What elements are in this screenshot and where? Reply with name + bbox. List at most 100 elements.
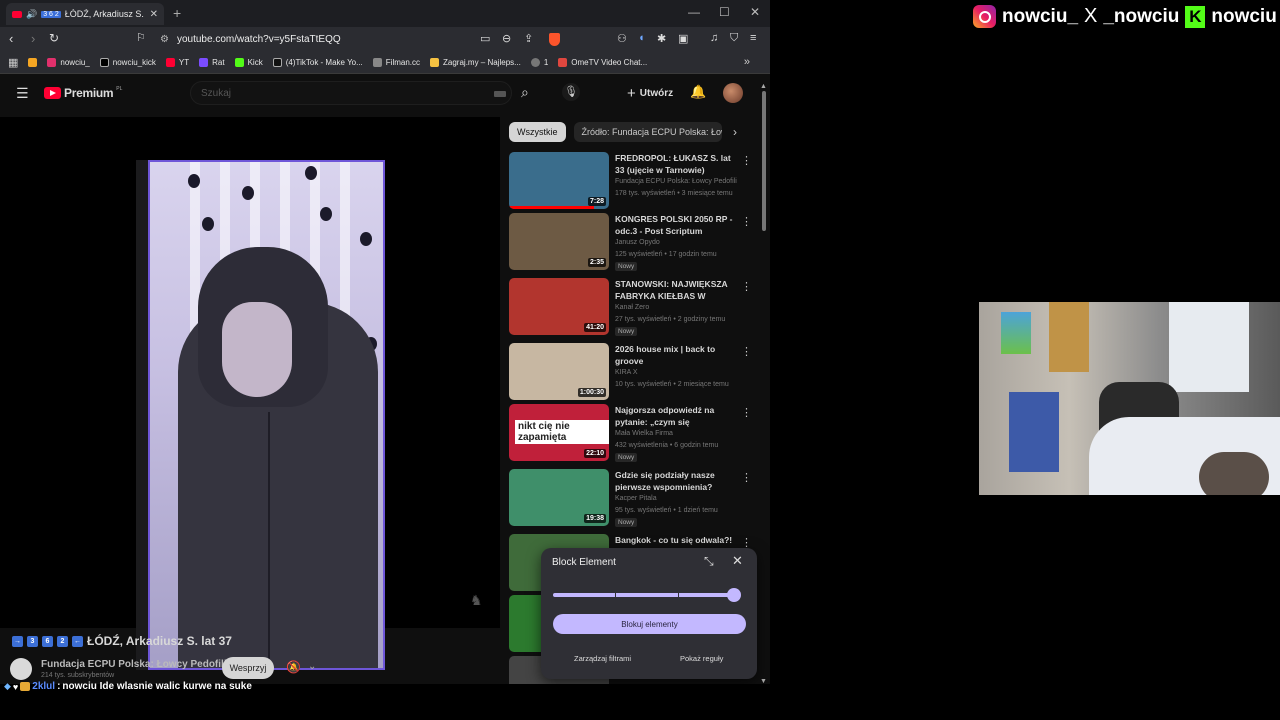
slider-handle[interactable] [727, 588, 741, 602]
scroll-thumb[interactable] [762, 91, 766, 231]
apps-grid-icon[interactable]: ▦ [8, 56, 18, 69]
reload-icon[interactable]: ↻ [49, 31, 59, 45]
menu-icon[interactable]: ≡ [750, 32, 756, 44]
bookmark-item[interactable]: Zagraj.my – Najleps... [430, 58, 521, 67]
video-thumbnail[interactable]: 41:20 [509, 278, 609, 335]
youtube-logo[interactable]: Premium PL [44, 86, 122, 100]
recommendation-title[interactable]: Bangkok - co tu się odwala?! [615, 534, 733, 546]
recommendation-channel[interactable]: Kacper Pitala [615, 495, 657, 502]
bookmark-item[interactable] [28, 58, 38, 67]
bookmark-item[interactable]: Rat [199, 58, 225, 67]
scroll-up-icon[interactable]: ▲ [760, 83, 767, 90]
channel-name[interactable]: Fundacja ECPU Polska: Łowcy Pedofili [41, 659, 227, 670]
vpn-icon[interactable]: ⚇ [617, 32, 627, 45]
zoom-icon[interactable]: ⊖ [502, 32, 511, 45]
recommendation-title[interactable]: FREDROPOL: ŁUKASZ S. lat 33 (ujęcie w Ta… [615, 152, 733, 176]
recommendation-item[interactable]: 1:00:30 2026 house mix | back to groove KI… [509, 343, 759, 401]
bookmark-item[interactable]: YT [165, 58, 189, 67]
bookmark-item[interactable]: 1 [530, 58, 548, 67]
bookmark-item[interactable]: (4)TikTok - Make Yo... [272, 58, 363, 67]
media-icon[interactable]: ♫ [710, 32, 718, 44]
search-box[interactable] [190, 81, 512, 105]
account-avatar[interactable] [723, 83, 743, 103]
chevron-right-icon[interactable]: › [733, 125, 737, 139]
video-thumbnail[interactable]: 7:28 [509, 152, 609, 209]
support-button[interactable]: Wesprzyj [222, 657, 274, 679]
maximize-icon[interactable]: ☐ [719, 5, 730, 19]
extensions-icon[interactable]: ✱ [657, 32, 666, 45]
share-icon[interactable]: ⇪ [524, 32, 533, 45]
recommendation-item[interactable]: 2:35 KONGRES POLSKI 2050 RP - odc.3 - Pos… [509, 213, 759, 271]
video-thumbnail[interactable]: 2:35 [509, 213, 609, 270]
close-icon[interactable]: ✕ [732, 553, 743, 569]
recommendation-title[interactable]: Gdzie się podziały nasze pierwsze wspomn… [615, 469, 733, 493]
minimize-icon[interactable]: — [688, 5, 700, 19]
recommendation-channel[interactable]: KIRA X [615, 369, 638, 376]
more-options-icon[interactable]: ⋮ [741, 280, 752, 293]
search-icon[interactable]: ⌕ [521, 84, 529, 101]
video-thumbnail[interactable]: 19:38 [509, 469, 609, 526]
sidebar-icon[interactable]: ▣ [678, 32, 688, 45]
video-thumbnail[interactable]: 1:00:30 [509, 343, 609, 400]
chevron-down-icon[interactable]: ⌄ [308, 661, 316, 672]
chip-all[interactable]: Wszystkie [509, 122, 566, 142]
more-options-icon[interactable]: ⋮ [741, 215, 752, 228]
recommendation-item[interactable]: 19:38 Gdzie się podziały nasze pierwsze w… [509, 469, 759, 527]
bookmark-icon[interactable]: ⚐ [136, 31, 146, 44]
recommendation-channel[interactable]: Janusz Opydo [615, 239, 660, 246]
scroll-down-icon[interactable]: ▼ [760, 678, 767, 684]
audio-icon[interactable]: ◖ [638, 32, 645, 44]
video-frame-selection[interactable] [148, 160, 385, 670]
tab-close-icon[interactable]: ✕ [150, 9, 158, 20]
microphone-icon[interactable]: 🎙 [562, 83, 580, 101]
recommendation-item[interactable]: 41:20 STANOWSKI: NAJWIĘKSZA FABRYKA KIEŁB… [509, 278, 759, 336]
close-window-icon[interactable]: ✕ [750, 5, 760, 19]
manage-filters-button[interactable]: Zarządzaj filtrami [574, 654, 631, 663]
speaker-icon[interactable]: 🔊 [26, 9, 37, 20]
recommendation-item[interactable]: nikt cię nie zapamięta 22:10 Najgorsza odp… [509, 404, 759, 462]
minimize-panel-icon[interactable]: ⤡ [704, 554, 714, 569]
bookmark-item[interactable]: Filman.cc [372, 58, 420, 67]
recommendation-title[interactable]: KONGRES POLSKI 2050 RP - odc.3 - Post Sc… [615, 213, 733, 237]
shield-icon[interactable]: ⛉ [730, 32, 738, 45]
subscription-bell-icon[interactable]: 🔕 [286, 660, 301, 674]
scrollbar[interactable]: ▲ ▼ [760, 83, 768, 684]
block-elements-button[interactable]: Blokuj elementy [553, 614, 746, 634]
back-icon[interactable]: ‹ [9, 31, 13, 46]
cast-icon[interactable]: ▭ [480, 32, 490, 45]
bookmark-item[interactable]: nowciu_kick [99, 58, 156, 67]
hamburger-menu-icon[interactable]: ☰ [16, 85, 29, 102]
recommendation-item[interactable]: 7:28 FREDROPOL: ŁUKASZ S. lat 33 (ujęcie … [509, 152, 759, 210]
channel-avatar[interactable] [10, 658, 32, 680]
more-options-icon[interactable]: ⋮ [741, 345, 752, 358]
bookmark-item[interactable]: OmeTV Video Chat... [558, 58, 647, 67]
search-input[interactable] [201, 87, 481, 99]
bookmark-item[interactable]: nowciu_ [47, 58, 90, 67]
chip-source[interactable]: Źródło: Fundacja ECPU Polska: Łowcy [573, 122, 722, 142]
forward-icon[interactable]: › [31, 31, 35, 46]
video-player[interactable]: ♞ [0, 117, 500, 670]
recommendation-title[interactable]: STANOWSKI: NAJWIĘKSZA FABRYKA KIEŁBAS W … [615, 278, 733, 302]
recommendation-title[interactable]: 2026 house mix | back to groove [615, 343, 733, 367]
recommendation-title[interactable]: Najgorsza odpowiedź na pytanie: „czym si… [615, 404, 733, 428]
more-options-icon[interactable]: ⋮ [741, 471, 752, 484]
recommendation-channel[interactable]: Kanał Zero [615, 304, 649, 311]
browser-tab[interactable]: 🔊 3 6 2 ŁÓDŹ, Arkadiusz S. lat 37 ✕ [6, 3, 164, 25]
keyboard-icon[interactable] [494, 91, 506, 97]
more-options-icon[interactable]: ⋮ [741, 406, 752, 419]
notifications-icon[interactable]: 🔔 [690, 84, 706, 100]
video-thumbnail[interactable]: nikt cię nie zapamięta 22:10 [509, 404, 609, 461]
new-tab-icon[interactable]: + [173, 5, 181, 21]
more-options-icon[interactable]: ⋮ [741, 154, 752, 167]
create-button[interactable]: + Utwórz [627, 85, 673, 102]
bookmark-item[interactable]: Kick [234, 58, 263, 67]
site-info-icon[interactable]: ⚙ [160, 34, 169, 45]
recommendation-channel[interactable]: Mała Wielka Firma [615, 430, 673, 437]
more-bookmarks-icon[interactable]: » [744, 56, 750, 68]
recommendation-channel[interactable]: Fundacja ECPU Polska: Łowcy Pedofili [615, 178, 737, 185]
url-text[interactable]: youtube.com/watch?v=y5FstaTtEQQ [177, 34, 341, 45]
show-rules-button[interactable]: Pokaż reguły [680, 654, 723, 663]
brave-shields-icon[interactable] [549, 33, 560, 46]
specificity-slider[interactable] [553, 593, 737, 597]
channel-watermark-icon[interactable]: ♞ [470, 592, 483, 609]
